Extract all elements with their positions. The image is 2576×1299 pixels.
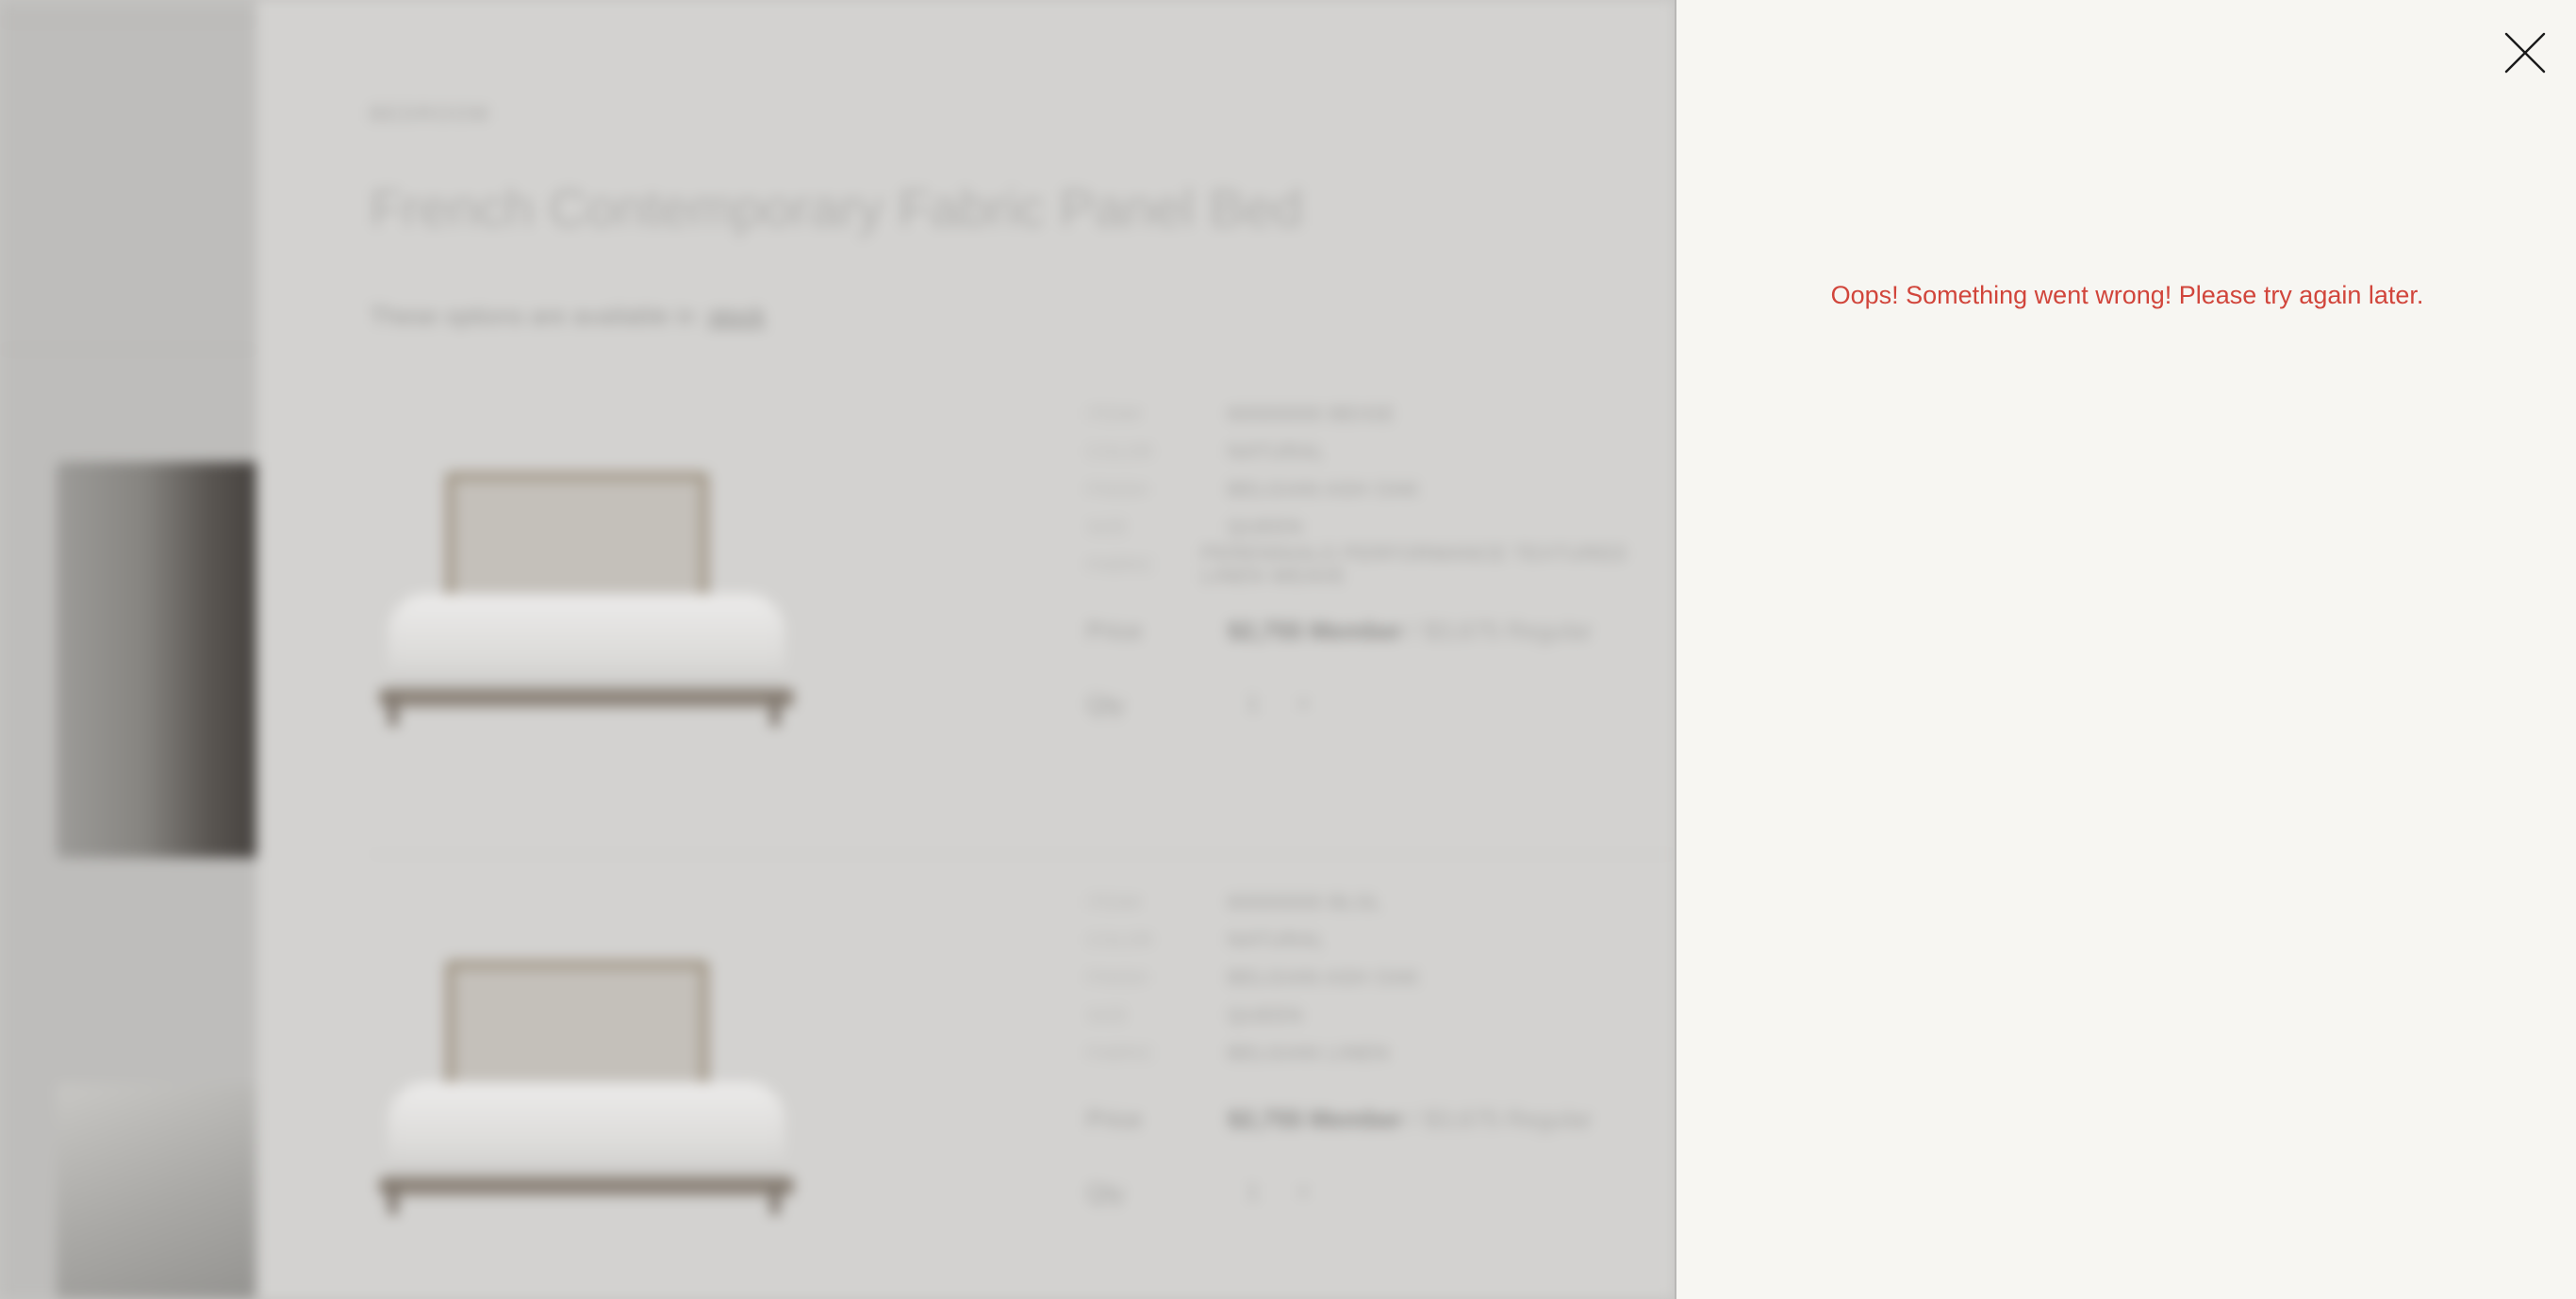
- quantity-row: Qty 1 +: [1086, 683, 1671, 725]
- error-message: Oops! Something went wrong! Please try a…: [1830, 281, 2424, 309]
- close-x-icon[interactable]: [2501, 28, 2550, 77]
- price-label: Price: [1086, 617, 1143, 645]
- spec-row: FINISH BELGIAN ASH OAK: [1086, 471, 1671, 509]
- spec-value: 60000000 BEIGE: [1228, 403, 1395, 425]
- divider: [0, 349, 256, 351]
- spec-value: BELGIAN ASH OAK: [1228, 479, 1421, 501]
- product-option-item: ITEM# 60000000 BLSL COLOR NATURAL FINISH…: [370, 875, 1671, 1299]
- spec-row: FABRIC PERENNIALS PERFORMANCE TEXTURED L…: [1086, 543, 1671, 587]
- spec-label: COLOR: [1086, 441, 1154, 463]
- spec-label: FABRIC: [1086, 1043, 1155, 1064]
- divider: [0, 21, 256, 23]
- spec-row: SIZE QUEEN: [1086, 509, 1671, 547]
- spec-row: ITEM# 60000000 BEIGE: [1086, 396, 1671, 434]
- item-specs: ITEM# 60000000 BEIGE COLOR NATURAL FINIS…: [1086, 396, 1671, 725]
- bed-mattress: [388, 1082, 784, 1186]
- spec-label: ITEM#: [1086, 892, 1142, 913]
- qty-label: Qty: [1086, 1177, 1125, 1207]
- bed-leg: [770, 698, 780, 726]
- availability-note: These options are available in stock: [370, 302, 765, 331]
- spec-label: FABRIC: [1086, 554, 1155, 576]
- spec-label: SIZE: [1086, 1005, 1129, 1027]
- price-row: Price $2,755 Member / $3,675 Regular: [1086, 617, 1671, 646]
- spec-value: BELGIAN ASH OAK: [1228, 967, 1421, 989]
- member-price: $2,755 Member: [1228, 1105, 1404, 1133]
- bed-leg: [388, 1186, 398, 1214]
- product-option-item: ITEM# 60000000 BEIGE COLOR NATURAL FINIS…: [370, 386, 1671, 839]
- qty-increment-button[interactable]: +: [1296, 1179, 1310, 1206]
- spec-row: COLOR NATURAL: [1086, 922, 1593, 960]
- spec-row: COLOR NATURAL: [1086, 434, 1671, 471]
- page: BEDROOM French Contemporary Fabric Panel…: [0, 0, 2576, 1299]
- regular-price: / $3,675 Regular: [1411, 1105, 1593, 1133]
- product-thumbnail: [57, 1084, 273, 1299]
- regular-price: / $3,675 Regular: [1411, 617, 1593, 645]
- spec-value: BELGIAN LINEN: [1228, 1043, 1390, 1064]
- spec-label: FINISH: [1086, 479, 1148, 501]
- item-divider: [370, 853, 1675, 855]
- blurred-background: BEDROOM French Contemporary Fabric Panel…: [0, 0, 1675, 1299]
- spec-label: ITEM#: [1086, 403, 1142, 425]
- quantity-row: Qty 1 +: [1086, 1172, 1593, 1213]
- bed-headboard: [445, 471, 709, 613]
- spec-value: NATURAL: [1228, 929, 1326, 951]
- spec-row: SIZE QUEEN: [1086, 997, 1593, 1035]
- bed-frame: [379, 688, 794, 707]
- close-button[interactable]: [2501, 28, 2550, 77]
- bed-headboard: [445, 960, 709, 1101]
- bed-leg: [770, 1186, 780, 1214]
- availability-text: These options are available in: [370, 302, 696, 330]
- background-product-strip: [0, 0, 273, 1299]
- spec-value: PERENNIALS PERFORMANCE TEXTURED LINEN WE…: [1201, 543, 1627, 587]
- item-specs: ITEM# 60000000 BLSL COLOR NATURAL FINISH…: [1086, 884, 1593, 1213]
- spec-label: FINISH: [1086, 967, 1148, 989]
- spec-value: QUEEN: [1228, 517, 1303, 538]
- bed-mattress: [388, 594, 784, 698]
- availability-link[interactable]: stock: [708, 302, 766, 330]
- spec-label: SIZE: [1086, 517, 1129, 538]
- bed-image: [370, 922, 803, 1224]
- bed-image: [370, 434, 803, 735]
- qty-value: 1: [1247, 1179, 1260, 1205]
- bed-leg: [388, 698, 398, 726]
- member-price: $2,755 Member: [1228, 617, 1404, 645]
- price-label: Price: [1086, 1105, 1143, 1133]
- price-row: Price $2,755 Member / $3,675 Regular: [1086, 1105, 1593, 1134]
- spec-value: 60000000 BLSL: [1228, 892, 1382, 913]
- quantity-stepper[interactable]: 1 +: [1228, 1172, 1329, 1213]
- product-title: French Contemporary Fabric Panel Bed: [370, 178, 1303, 238]
- spec-row: ITEM# 60000000 BLSL: [1086, 884, 1593, 922]
- quantity-stepper[interactable]: 1 +: [1228, 683, 1329, 725]
- product-options-panel: BEDROOM French Contemporary Fabric Panel…: [256, 0, 1675, 1299]
- spec-label: COLOR: [1086, 929, 1154, 951]
- qty-value: 1: [1247, 691, 1260, 716]
- spec-value: QUEEN: [1228, 1005, 1303, 1027]
- side-drawer: Oops! Something went wrong! Please try a…: [1675, 0, 2576, 1299]
- spec-value: NATURAL: [1228, 441, 1326, 463]
- qty-label: Qty: [1086, 689, 1125, 718]
- spec-row: FABRIC BELGIAN LINEN: [1086, 1035, 1593, 1073]
- section-label: BEDROOM: [370, 102, 490, 125]
- spec-row: FINISH BELGIAN ASH OAK: [1086, 960, 1593, 997]
- qty-increment-button[interactable]: +: [1296, 691, 1310, 717]
- bed-frame: [379, 1176, 794, 1195]
- product-thumbnail: [57, 462, 273, 858]
